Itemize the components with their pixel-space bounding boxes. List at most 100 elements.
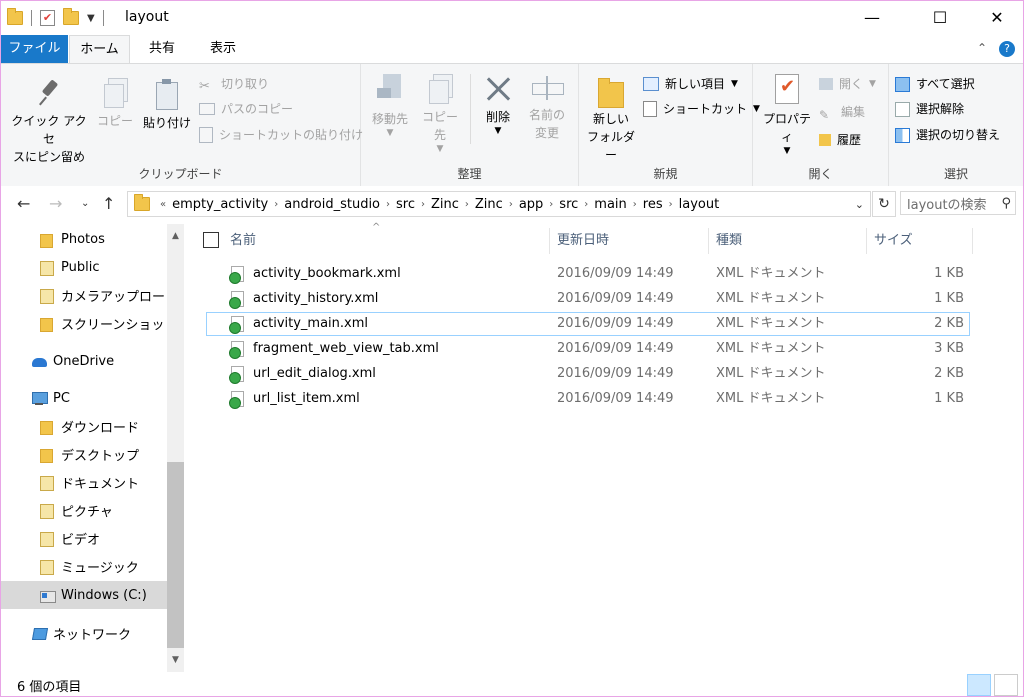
sidebar-item-desktop[interactable]: デスクトップ bbox=[39, 440, 139, 468]
search-box[interactable]: layoutの検索 ⚲ bbox=[900, 191, 1016, 215]
minimize-button[interactable]: — bbox=[849, 1, 895, 35]
column-header-type[interactable]: 種類 bbox=[716, 228, 742, 254]
rename-button[interactable]: 名前の 変更 bbox=[523, 74, 571, 142]
recent-locations-chevron-icon[interactable]: ⌄ bbox=[81, 198, 89, 209]
breadcrumb-item[interactable]: empty_activity bbox=[166, 197, 274, 212]
new-folder-icon bbox=[598, 76, 624, 108]
file-name[interactable]: url_edit_dialog.xml bbox=[253, 362, 376, 386]
tab-file[interactable]: ファイル bbox=[1, 35, 68, 63]
tab-view[interactable]: 表示 bbox=[197, 35, 249, 63]
pin-label-line2: スにピン留め bbox=[12, 150, 85, 164]
paste-button[interactable]: 貼り付け bbox=[139, 78, 195, 132]
breadcrumb-item[interactable]: res bbox=[637, 197, 669, 212]
breadcrumb-item[interactable]: android_studio bbox=[278, 197, 386, 212]
copy-button[interactable]: コピー bbox=[95, 78, 135, 130]
sidebar-item-public[interactable]: Public bbox=[39, 253, 99, 281]
file-size: 2 KB bbox=[934, 366, 964, 381]
breadcrumb-item[interactable]: src bbox=[390, 197, 421, 212]
table-row[interactable]: fragment_web_view_tab.xml 2016/09/09 14:… bbox=[207, 337, 969, 361]
sidebar-item-camera-uploads[interactable]: カメラアップロード bbox=[39, 281, 178, 309]
breadcrumb-item[interactable]: Zinc bbox=[469, 197, 509, 212]
breadcrumb-item[interactable]: main bbox=[588, 197, 632, 212]
breadcrumb-item[interactable]: layout bbox=[673, 197, 726, 212]
refresh-icon[interactable]: ↻ bbox=[872, 191, 896, 217]
cut-button[interactable]: ✂ 切り取り bbox=[199, 73, 269, 95]
file-name[interactable]: url_list_item.xml bbox=[253, 387, 360, 411]
sidebar-item-windows-c[interactable]: Windows (C:) bbox=[1, 581, 167, 609]
scroll-down-icon[interactable]: ▼ bbox=[167, 652, 184, 669]
history-button[interactable]: 履歴 bbox=[819, 129, 861, 151]
file-name[interactable]: fragment_web_view_tab.xml bbox=[253, 337, 439, 361]
paste-shortcut-label: ショートカットの貼り付け bbox=[219, 128, 364, 142]
address-bar[interactable]: « empty_activity › android_studio › src › Z… bbox=[127, 191, 871, 217]
search-icon[interactable]: ⚲ bbox=[1001, 196, 1011, 211]
edit-button[interactable]: ✎ 編集 bbox=[819, 101, 865, 123]
copy-to-button[interactable]: コピー先 ▼ bbox=[417, 74, 463, 154]
table-row[interactable]: url_list_item.xml 2016/09/09 14:49 XML ド… bbox=[207, 387, 969, 411]
move-to-button[interactable]: 移動先 ▼ bbox=[367, 74, 413, 138]
column-header-size[interactable]: サイズ bbox=[874, 228, 913, 254]
paste-label: 貼り付け bbox=[142, 116, 191, 130]
table-row[interactable]: activity_bookmark.xml 2016/09/09 14:49 X… bbox=[207, 262, 969, 286]
column-header-modified[interactable]: 更新日時 bbox=[557, 228, 609, 254]
new-folder-icon[interactable] bbox=[63, 8, 79, 25]
breadcrumb-item[interactable]: Zinc bbox=[425, 197, 465, 212]
table-row[interactable]: activity_history.xml 2016/09/09 14:49 XM… bbox=[207, 287, 969, 311]
file-modified: 2016/09/09 14:49 bbox=[557, 391, 674, 406]
sidebar-item-label: Public bbox=[61, 259, 100, 275]
back-arrow-icon[interactable]: ← bbox=[17, 194, 30, 213]
sidebar-item-pc[interactable]: PC bbox=[31, 384, 70, 412]
scrollbar-thumb[interactable] bbox=[167, 462, 184, 648]
sidebar-item-videos[interactable]: ビデオ bbox=[39, 524, 100, 552]
up-arrow-icon[interactable]: ↑ bbox=[102, 194, 115, 213]
sidebar-item-photos[interactable]: Photos bbox=[39, 225, 105, 253]
column-header-name[interactable]: 名前 bbox=[230, 228, 256, 254]
collapse-ribbon-icon[interactable]: ⌃ bbox=[977, 41, 987, 55]
delete-button[interactable]: 削除 ▼ bbox=[475, 74, 521, 136]
file-name[interactable]: activity_bookmark.xml bbox=[253, 262, 401, 286]
copy-path-button[interactable]: パスのコピー bbox=[199, 98, 293, 120]
maximize-button[interactable]: ☐ bbox=[917, 1, 963, 35]
help-icon[interactable]: ? bbox=[999, 41, 1015, 57]
open-button[interactable]: 開く ▼ bbox=[819, 73, 876, 95]
details-view-icon[interactable] bbox=[967, 674, 991, 696]
divider bbox=[102, 10, 104, 26]
sidebar-item-onedrive[interactable]: OneDrive bbox=[31, 347, 114, 375]
new-item-button[interactable]: 新しい項目 ▼ bbox=[643, 73, 738, 95]
file-type: XML ドキュメント bbox=[716, 366, 826, 381]
select-none-button[interactable]: 選択解除 bbox=[895, 98, 964, 120]
table-row[interactable]: url_edit_dialog.xml 2016/09/09 14:49 XML… bbox=[207, 362, 969, 386]
tab-home[interactable]: ホーム bbox=[69, 35, 130, 64]
invert-selection-button[interactable]: 選択の切り替え bbox=[895, 124, 1000, 146]
sidebar-item-downloads[interactable]: ダウンロード bbox=[39, 412, 139, 440]
sidebar-item-screenshots[interactable]: スクリーンショット bbox=[39, 309, 177, 337]
sidebar-item-pictures[interactable]: ピクチャ bbox=[39, 496, 113, 524]
file-name[interactable]: activity_main.xml bbox=[253, 313, 368, 335]
select-all-checkbox[interactable] bbox=[203, 232, 219, 248]
address-dropdown-chevron-icon[interactable]: ⌄ bbox=[855, 198, 864, 211]
forward-arrow-icon[interactable]: → bbox=[49, 194, 62, 213]
sidebar-item-music[interactable]: ミュージック bbox=[39, 552, 139, 580]
easy-access-shortcut-button[interactable]: ショートカット ▼ bbox=[643, 98, 760, 120]
pin-quick-access-button[interactable]: クイック アクセ スにピン留め bbox=[7, 78, 91, 166]
search-input[interactable]: layoutの検索 bbox=[907, 194, 987, 213]
breadcrumb-item[interactable]: src bbox=[553, 197, 584, 212]
tab-share[interactable]: 共有 bbox=[137, 35, 187, 63]
paste-shortcut-button[interactable]: ショートカットの貼り付け bbox=[199, 124, 363, 146]
scroll-up-icon[interactable]: ▲ bbox=[167, 228, 184, 245]
properties-button[interactable]: プロパティ ▼ bbox=[759, 74, 815, 156]
close-button[interactable]: ✕ bbox=[974, 1, 1020, 35]
sidebar-item-documents[interactable]: ドキュメント bbox=[39, 468, 139, 496]
sidebar-item-network[interactable]: ネットワーク bbox=[31, 619, 131, 647]
sidebar-scrollbar[interactable]: ▲ ▼ bbox=[167, 224, 184, 672]
new-folder-button[interactable]: 新しい フォルダー bbox=[583, 76, 639, 164]
select-all-button[interactable]: すべて選択 bbox=[895, 73, 975, 95]
file-size: 3 KB bbox=[934, 341, 964, 356]
delete-x-icon bbox=[483, 74, 513, 104]
file-name[interactable]: activity_history.xml bbox=[253, 287, 378, 311]
breadcrumb-item[interactable]: app bbox=[513, 197, 549, 212]
table-row[interactable]: activity_main.xml 2016/09/09 14:49 XML ド… bbox=[206, 312, 970, 336]
properties-icon[interactable]: ✔ bbox=[40, 10, 55, 26]
large-icons-view-icon[interactable] bbox=[994, 674, 1018, 696]
customize-toolbar-chevron-icon[interactable]: ▼ bbox=[87, 13, 95, 24]
